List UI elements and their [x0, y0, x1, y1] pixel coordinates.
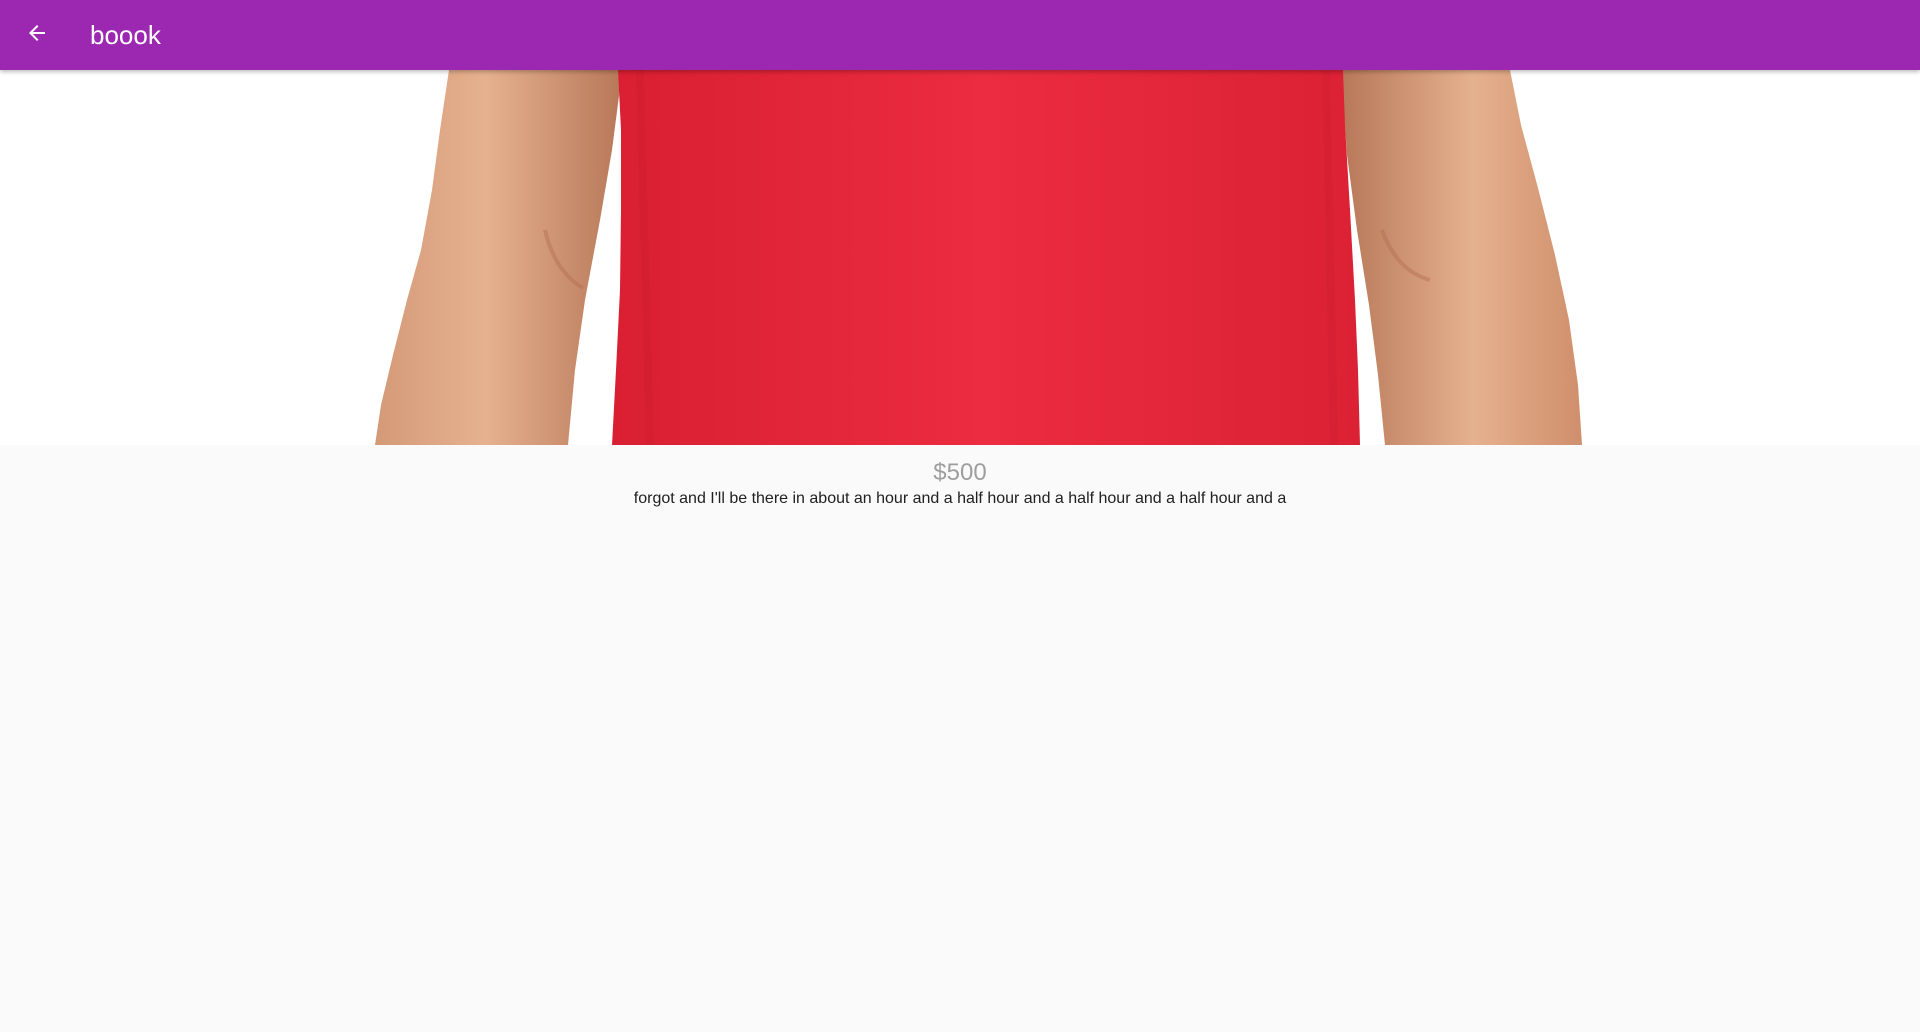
product-image	[0, 70, 1920, 445]
product-price: $500	[933, 459, 987, 486]
arrow-back-icon	[25, 21, 49, 50]
back-button[interactable]	[14, 12, 60, 58]
product-description: forgot and I'll be there in about an hou…	[633, 490, 1287, 507]
app-bar: boook	[0, 0, 1920, 70]
red-t-shirt-image	[0, 70, 1920, 445]
page-title: boook	[90, 20, 161, 50]
product-detail-screen: boook $500 forgot and I'll be there in a…	[0, 0, 1920, 1032]
